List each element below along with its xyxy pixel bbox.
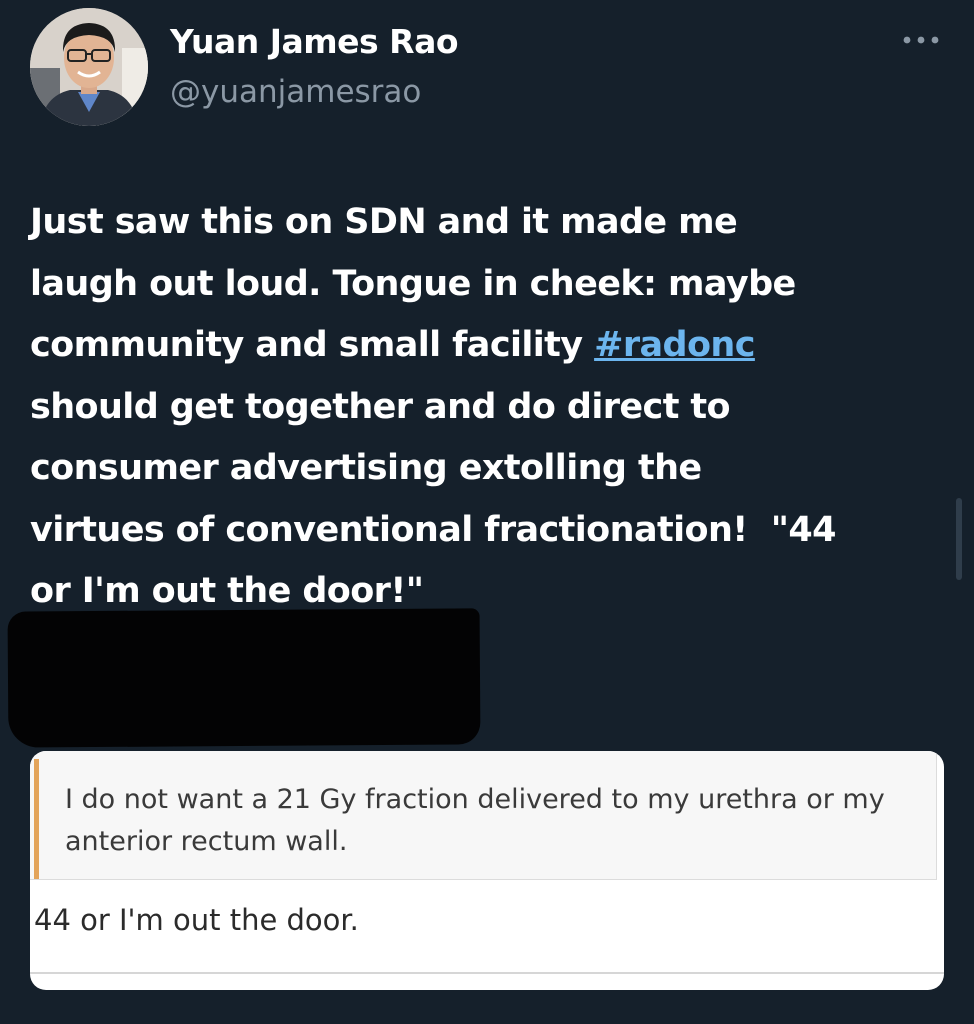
more-options-button[interactable] [896,20,946,60]
display-name[interactable]: Yuan James Rao [170,22,459,61]
more-options-icon [903,36,939,44]
embedded-image[interactable]: I do not want a 21 Gy fraction delivered… [30,751,944,990]
quoted-post: I do not want a 21 Gy fraction delivered… [30,751,937,880]
user-handle[interactable]: @yuanjamesrao [170,74,421,110]
hashtag-link[interactable]: #radonc [594,325,755,365]
scrollbar[interactable] [956,498,962,580]
avatar[interactable] [30,8,148,126]
tweet-text: Just saw this on SDN and it made me laug… [30,192,955,623]
tweet-text-after: should get together and do direct to con… [30,386,837,612]
quoted-text: I do not want a 21 Gy fraction delivered… [65,784,885,857]
profile-photo-icon [30,8,148,126]
divider [30,972,944,974]
redaction-mark [7,608,481,748]
reply-text: 44 or I'm out the door. [34,903,359,937]
quote-accent-bar [34,759,39,879]
